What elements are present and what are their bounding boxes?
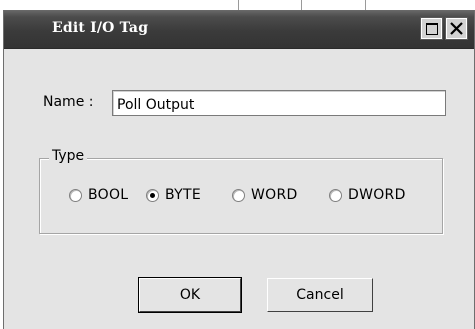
radio-button-word[interactable] xyxy=(232,188,245,202)
window-title: Edit I/O Tag xyxy=(52,20,149,36)
maximize-button[interactable] xyxy=(420,17,443,40)
background-divider xyxy=(365,0,366,10)
radio-label-bool: BOOL xyxy=(88,187,129,203)
radio-label-word: WORD xyxy=(251,187,298,203)
radio-button-byte[interactable] xyxy=(146,188,159,202)
background-divider xyxy=(301,0,302,10)
cancel-button[interactable]: Cancel xyxy=(267,278,373,312)
radio-word[interactable]: WORD xyxy=(232,186,298,204)
background-window-strip xyxy=(0,0,475,10)
close-button[interactable] xyxy=(445,17,468,40)
title-bar[interactable]: Edit I/O Tag xyxy=(4,10,474,49)
radio-dword[interactable]: DWORD xyxy=(329,186,406,204)
close-icon xyxy=(450,22,463,35)
radio-button-dword[interactable] xyxy=(329,188,342,202)
name-label: Name : xyxy=(43,94,94,110)
radio-label-byte: BYTE xyxy=(165,187,201,203)
radio-button-bool[interactable] xyxy=(69,188,82,202)
radio-label-dword: DWORD xyxy=(348,187,406,203)
background-divider xyxy=(238,0,239,10)
ok-button[interactable]: OK xyxy=(138,277,242,313)
name-input[interactable] xyxy=(112,90,446,116)
maximize-icon xyxy=(426,23,438,35)
radio-bool[interactable]: BOOL xyxy=(69,186,128,204)
type-group-legend: Type xyxy=(49,148,88,164)
radio-byte[interactable]: BYTE xyxy=(146,186,201,204)
